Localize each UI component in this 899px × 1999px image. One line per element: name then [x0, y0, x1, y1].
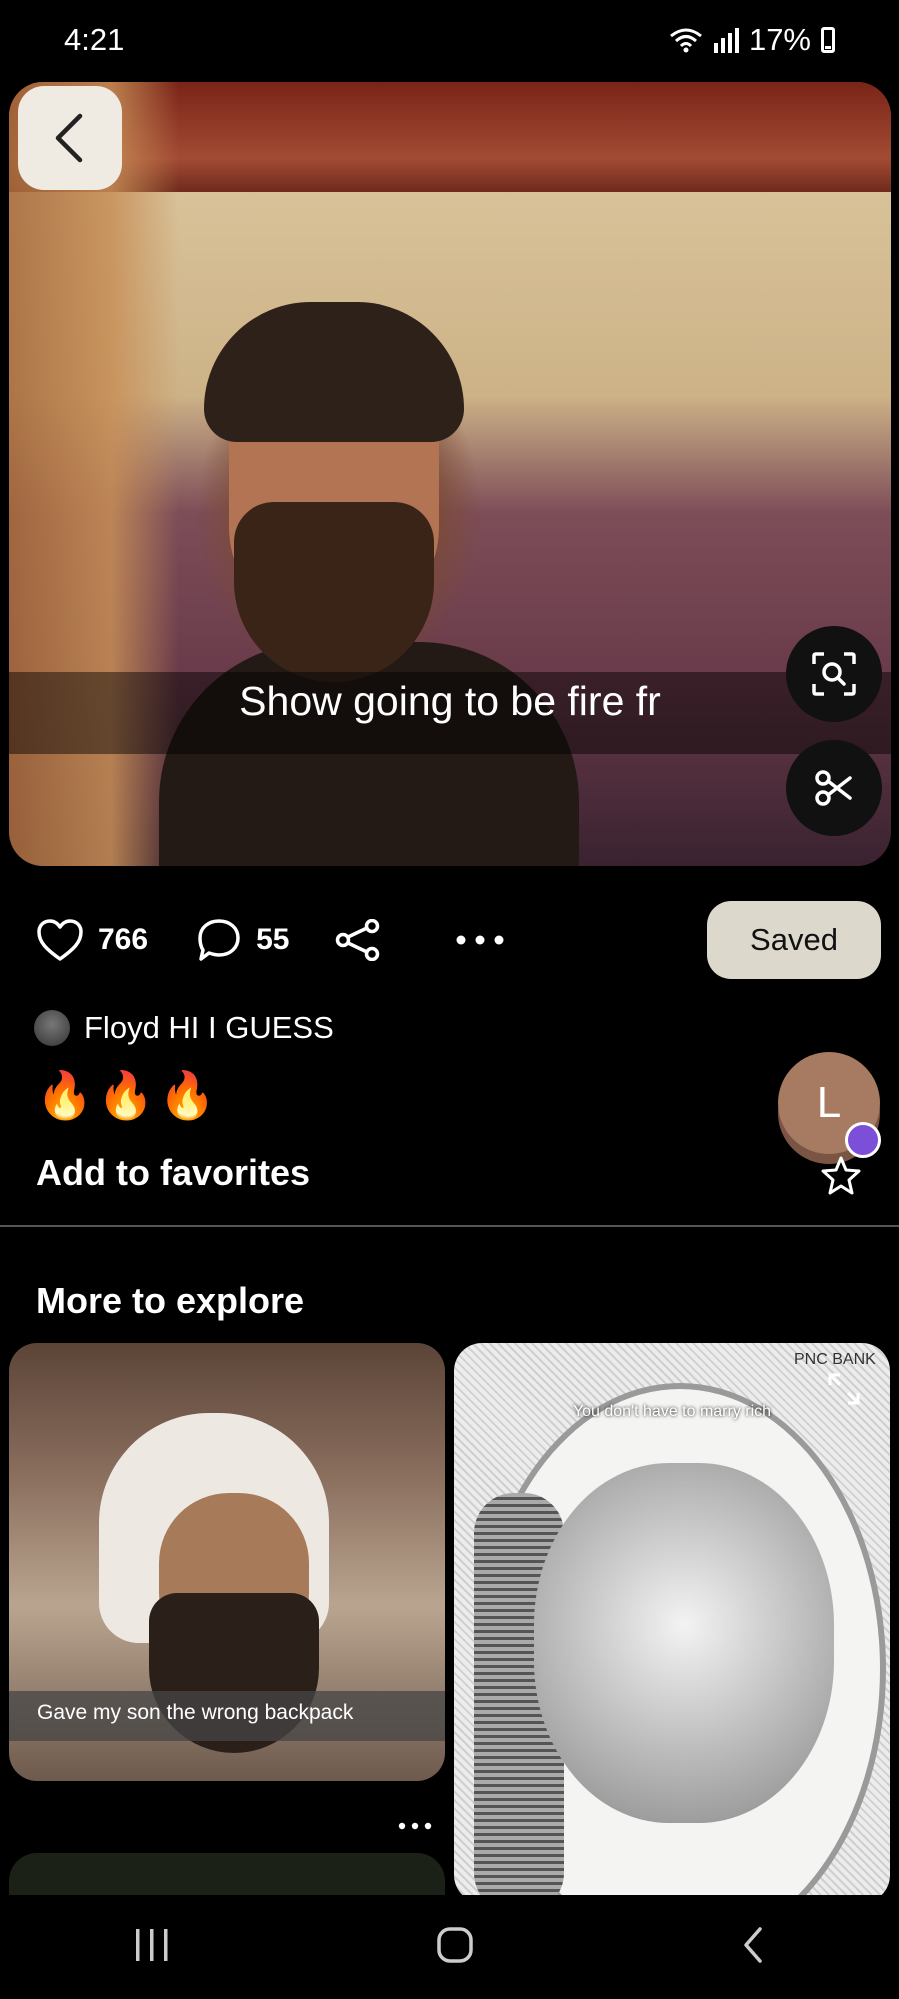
action-row: 766 55: [36, 910, 505, 970]
card-caption: Gave my son the wrong backpack: [37, 1701, 354, 1724]
signal-icon: [713, 28, 739, 53]
more-icon: [456, 935, 504, 945]
status-icons: 17%: [669, 22, 835, 58]
comment-count: 55: [256, 923, 290, 956]
explore-card[interactable]: Gave my son the wrong backpack: [9, 1343, 445, 1781]
system-back-button[interactable]: [738, 1925, 768, 1970]
saved-button[interactable]: Saved: [707, 901, 881, 979]
explore-heading: More to explore: [36, 1280, 305, 1321]
share-button[interactable]: [335, 919, 381, 961]
author-avatar[interactable]: [34, 1010, 70, 1046]
image-figure-hair: [204, 302, 464, 442]
battery-percent: 17%: [748, 22, 811, 57]
system-nav-bar: [0, 1895, 899, 1999]
pin-description: 🔥🔥🔥: [36, 1069, 220, 1121]
author-row[interactable]: Floyd HI I GUESS: [34, 1010, 334, 1046]
profile-badge: [845, 1122, 881, 1158]
wifi-icon: [670, 28, 702, 53]
star-icon: [821, 1156, 861, 1195]
like-button[interactable]: 766: [36, 918, 148, 962]
heart-icon: [37, 919, 83, 961]
nav-back-icon: [743, 1926, 762, 1963]
nav-recents-icon: [135, 1928, 167, 1961]
recents-button[interactable]: [132, 1927, 172, 1968]
back-button[interactable]: [18, 86, 122, 190]
add-to-favorites[interactable]: Add to favorites: [36, 1152, 310, 1194]
like-count: 766: [98, 923, 149, 956]
back-icon: [55, 113, 83, 163]
battery-icon: [821, 27, 835, 53]
card-image-face: [534, 1463, 834, 1823]
author-name[interactable]: Floyd HI I GUESS: [84, 1010, 334, 1046]
scissors-icon: [815, 770, 852, 806]
visual-search-button[interactable]: [786, 626, 882, 722]
share-icon: [336, 919, 380, 961]
lens-search-icon: [812, 652, 856, 696]
pin-caption: Show going to be fire fr: [239, 678, 661, 724]
explore-card[interactable]: PNC BANK You don't have to marry rich: [454, 1343, 890, 1903]
more-icon: [398, 1822, 432, 1830]
card-more-button[interactable]: [398, 1800, 432, 1839]
section-divider: [0, 1225, 899, 1227]
nav-home-icon: [436, 1926, 473, 1963]
card-brand-text: PNC BANK: [794, 1351, 876, 1368]
comment-icon: [198, 919, 240, 961]
cutout-button[interactable]: [786, 740, 882, 836]
card-caption: You don't have to marry rich: [572, 1403, 772, 1420]
more-options-button[interactable]: [455, 934, 505, 946]
status-time: 4:21: [64, 22, 125, 57]
expand-icon: [828, 1373, 860, 1405]
home-button[interactable]: [435, 1925, 475, 1970]
pin-image[interactable]: Show going to be fire fr: [9, 82, 891, 866]
expand-button[interactable]: [826, 1371, 862, 1412]
favorite-star-button[interactable]: [820, 1155, 862, 1200]
comment-button[interactable]: 55: [196, 917, 289, 963]
